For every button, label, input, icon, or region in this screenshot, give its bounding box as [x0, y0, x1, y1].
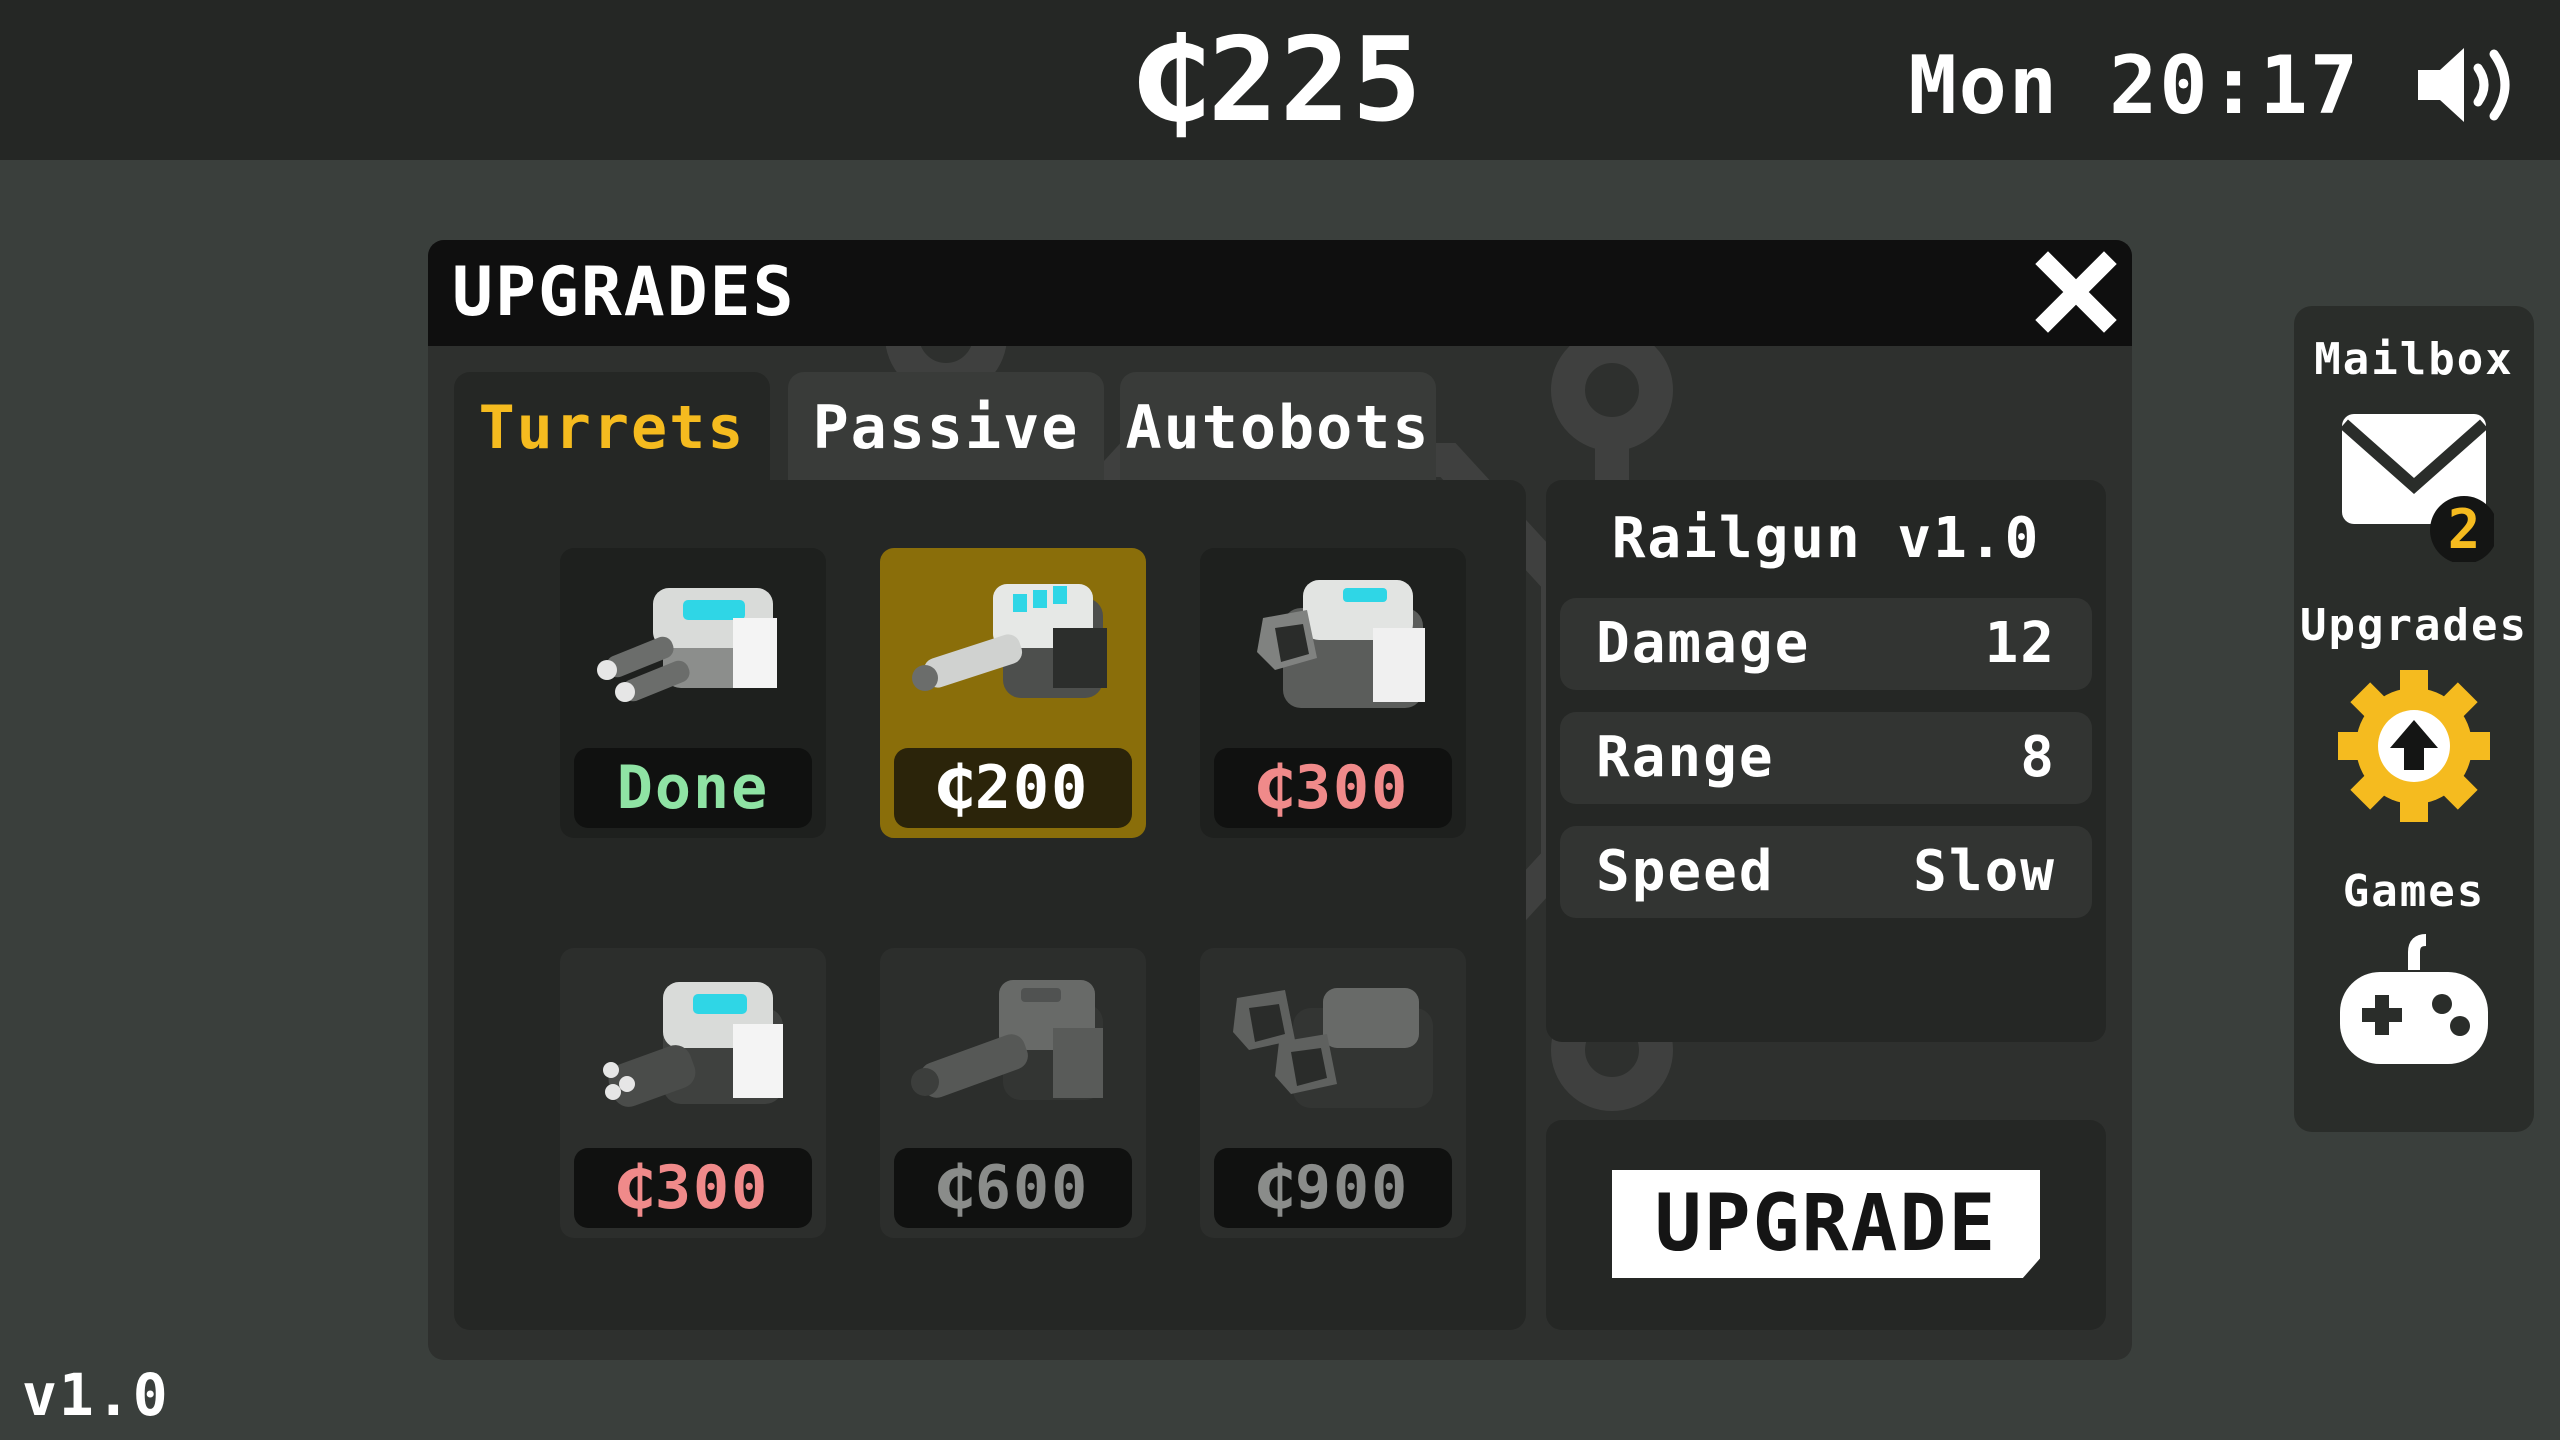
- turret-price: Done: [574, 748, 812, 828]
- turret-card-twin-cannon[interactable]: Done: [560, 548, 826, 838]
- mail-icon[interactable]: 2: [2334, 402, 2494, 562]
- clock: Mon 20:17: [1908, 39, 2360, 132]
- double-heavy-turret-icon: [1233, 988, 1433, 1108]
- stat-label: Speed: [1596, 839, 1775, 904]
- stat-row-speed: Speed Slow: [1560, 826, 2092, 918]
- upgrades-panel: UPGRADES Turrets Passive Autobots Done ₵…: [428, 240, 2132, 1360]
- upgrade-button[interactable]: UPGRADE: [1612, 1170, 2040, 1278]
- turret-details: Railgun v1.0 Damage 12 Range 8 Speed Slo…: [1546, 480, 2106, 1042]
- turret-card-gatling[interactable]: ₵300: [560, 948, 826, 1238]
- long-cannon-turret-icon: [911, 980, 1103, 1100]
- heavy-cannon-turret-icon: [1257, 580, 1425, 708]
- railgun-turret-icon: [912, 584, 1107, 698]
- upgrade-area: UPGRADE: [1546, 1120, 2106, 1330]
- stat-row-range: Range 8: [1560, 712, 2092, 804]
- turret-price: ₵900: [1214, 1148, 1452, 1228]
- mail-badge: 2: [2448, 498, 2481, 561]
- turret-price: ₵600: [894, 1148, 1132, 1228]
- panel-header: UPGRADES: [428, 240, 2132, 346]
- stat-value: Slow: [1913, 839, 2056, 904]
- stat-value: 8: [2020, 725, 2056, 790]
- top-bar: ₵225 Mon 20:17: [0, 0, 2560, 160]
- speaker-icon[interactable]: [2414, 40, 2524, 130]
- sidebar-label-mailbox: Mailbox: [2314, 334, 2514, 385]
- turret-card-heavy-cannon[interactable]: ₵300: [1200, 548, 1466, 838]
- gamepad-icon[interactable]: [2334, 922, 2494, 1082]
- tab-autobots[interactable]: Autobots: [1120, 372, 1436, 482]
- stat-value: 12: [1984, 611, 2056, 676]
- close-icon[interactable]: [2034, 250, 2118, 334]
- turret-price: ₵300: [574, 1148, 812, 1228]
- sidebar: Mailbox 2 Upgrades Games: [2294, 306, 2534, 1132]
- sidebar-label-games: Games: [2342, 866, 2486, 917]
- panel-title: UPGRADES: [452, 253, 796, 332]
- stat-label: Damage: [1596, 611, 1811, 676]
- turret-card-railgun[interactable]: ₵200: [880, 548, 1146, 838]
- turret-card-double-heavy[interactable]: ₵900: [1200, 948, 1466, 1238]
- sidebar-label-upgrades: Upgrades: [2300, 600, 2528, 651]
- turret-card-long-cannon[interactable]: ₵600: [880, 948, 1146, 1238]
- gatling-turret-icon: [603, 982, 783, 1107]
- turret-price: ₵200: [894, 748, 1132, 828]
- tab-turrets[interactable]: Turrets: [454, 372, 770, 482]
- stat-row-damage: Damage 12: [1560, 598, 2092, 690]
- tab-passive[interactable]: Passive: [788, 372, 1104, 482]
- turret-name: Railgun v1.0: [1611, 506, 2041, 571]
- turret-price: ₵300: [1214, 748, 1452, 828]
- twin-cannon-turret-icon: [597, 588, 777, 702]
- upgrade-gear-icon[interactable]: [2334, 666, 2494, 826]
- version-label: v1.0: [22, 1361, 170, 1429]
- stat-label: Range: [1596, 725, 1775, 790]
- turret-grid: Done ₵200 ₵300 ₵300 ₵600 ₵900: [454, 480, 1526, 1330]
